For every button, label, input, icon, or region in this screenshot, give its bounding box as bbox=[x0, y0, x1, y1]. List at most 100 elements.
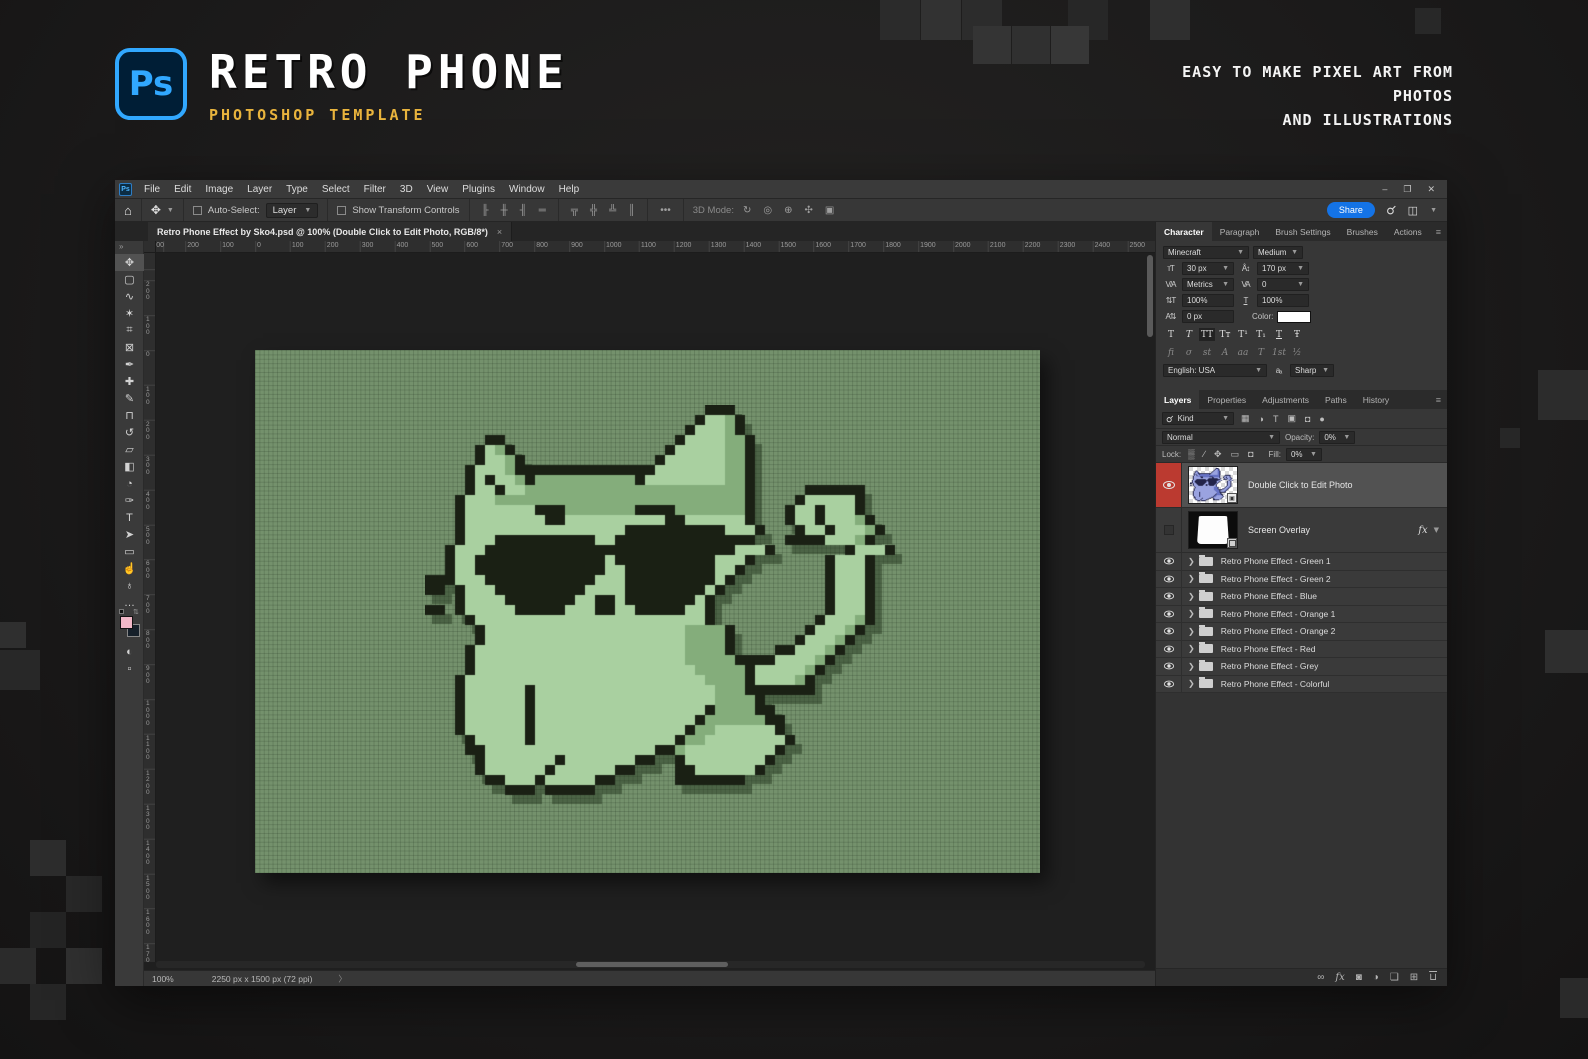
lock-all-icon[interactable]: ◘ bbox=[1246, 449, 1255, 459]
blend-mode-select[interactable]: Normal▼ bbox=[1162, 431, 1280, 444]
layer-group-row[interactable]: ❯ Retro Phone Effect - Red bbox=[1156, 641, 1447, 659]
more-options-button[interactable]: ••• bbox=[648, 199, 684, 221]
screen-mode-button[interactable]: ▫ bbox=[115, 660, 144, 677]
document-canvas[interactable] bbox=[255, 350, 1040, 873]
layer-group-row[interactable]: ❯ Retro Phone Effect - Green 2 bbox=[1156, 571, 1447, 589]
layer-group-row[interactable]: ❯Retro Phone Effect - Orange 2 bbox=[1156, 623, 1447, 641]
group-name[interactable]: Retro Phone Effect - Grey bbox=[1221, 661, 1319, 671]
type-style-button[interactable]: T¹ bbox=[1235, 328, 1251, 341]
link-icon[interactable]: ∞ bbox=[1317, 972, 1324, 983]
opentype-button[interactable]: fi bbox=[1163, 346, 1179, 359]
distribute-bottom-icon[interactable]: ║ bbox=[625, 205, 638, 216]
healing-tool[interactable]: ✚ bbox=[115, 373, 144, 390]
tab-adjustments[interactable]: Adjustments bbox=[1254, 390, 1317, 409]
baseline-shift-field[interactable]: 0 px bbox=[1182, 310, 1234, 323]
tab-actions[interactable]: Actions bbox=[1386, 222, 1430, 241]
panel-menu-icon[interactable]: ≡ bbox=[1436, 222, 1447, 241]
layer-group-row[interactable]: ❯Retro Phone Effect - Colorful bbox=[1156, 676, 1447, 694]
zoom-tool[interactable]: ♁ bbox=[115, 577, 144, 594]
visibility-toggle[interactable] bbox=[1156, 676, 1182, 693]
expand-chevron-icon[interactable]: ❯ bbox=[1188, 662, 1195, 671]
opentype-button[interactable]: A bbox=[1217, 346, 1233, 359]
font-size-field[interactable]: 30 px▼ bbox=[1182, 262, 1234, 275]
auto-select-checkbox[interactable] bbox=[193, 206, 202, 215]
mask-icon[interactable]: ◙ bbox=[1356, 972, 1362, 983]
foreground-color-swatch[interactable] bbox=[120, 616, 133, 629]
filter-adjustment-icon[interactable]: ◑ bbox=[1257, 414, 1266, 424]
font-style-select[interactable]: Medium▼ bbox=[1253, 246, 1303, 259]
default-colors-icon[interactable] bbox=[119, 609, 124, 614]
menu-item-type[interactable]: Type bbox=[279, 184, 315, 195]
opentype-button[interactable]: st bbox=[1199, 346, 1215, 359]
ruler-origin-corner[interactable] bbox=[144, 241, 156, 253]
lasso-tool[interactable]: ∿ bbox=[115, 288, 144, 305]
type-style-button[interactable]: Tᴛ bbox=[1217, 328, 1233, 341]
tab-character[interactable]: Character bbox=[1156, 222, 1212, 241]
layer-row-screen-overlay[interactable]: Screen Overlay fx▼ bbox=[1156, 508, 1447, 553]
adjustment-icon[interactable]: ◑ bbox=[1373, 972, 1379, 983]
layer-thumbnail[interactable] bbox=[1188, 511, 1238, 549]
distribute-center-icon[interactable]: ╬ bbox=[587, 205, 600, 216]
filter-shape-icon[interactable]: ▣ bbox=[1285, 413, 1298, 424]
vertical-scale-field[interactable]: 100% bbox=[1182, 294, 1234, 307]
group-name[interactable]: Retro Phone Effect - Green 2 bbox=[1221, 574, 1331, 584]
opacity-field[interactable]: 0%▼ bbox=[1319, 431, 1355, 444]
visibility-toggle[interactable] bbox=[1156, 641, 1182, 658]
opentype-button[interactable]: ½ bbox=[1289, 346, 1305, 359]
quick-mask-button[interactable]: ◐ bbox=[115, 643, 144, 660]
group-name[interactable]: Retro Phone Effect - Orange 2 bbox=[1221, 626, 1336, 636]
align-center-icon[interactable]: ╫ bbox=[498, 205, 511, 216]
chevron-down-icon[interactable]: ▼ bbox=[1434, 526, 1439, 534]
document-tab[interactable]: Retro Phone Effect by Sko4.psd @ 100% (D… bbox=[148, 222, 512, 241]
anti-alias-select[interactable]: Sharp▼ bbox=[1290, 364, 1334, 377]
opentype-button[interactable]: 1st bbox=[1271, 346, 1287, 359]
menu-item-select[interactable]: Select bbox=[315, 184, 357, 195]
opentype-button[interactable]: aa bbox=[1235, 346, 1251, 359]
group-icon[interactable]: ❏ bbox=[1390, 972, 1399, 983]
group-name[interactable]: Retro Phone Effect - Red bbox=[1221, 644, 1316, 654]
expand-chevron-icon[interactable]: ❯ bbox=[1188, 592, 1195, 601]
visibility-toggle[interactable] bbox=[1156, 623, 1182, 640]
menu-item-filter[interactable]: Filter bbox=[357, 184, 393, 195]
tab-layers[interactable]: Layers bbox=[1156, 390, 1199, 409]
horizontal-scale-field[interactable]: 100% bbox=[1257, 294, 1309, 307]
layer-group-row[interactable]: ❯Retro Phone Effect - Orange 1 bbox=[1156, 606, 1447, 624]
tab-paragraph[interactable]: Paragraph bbox=[1212, 222, 1268, 241]
font-family-select[interactable]: Minecraft▼ bbox=[1163, 246, 1249, 259]
minimize-icon[interactable]: – bbox=[1382, 184, 1387, 195]
expand-chevron-icon[interactable]: ❯ bbox=[1188, 574, 1195, 583]
tab-properties[interactable]: Properties bbox=[1199, 390, 1254, 409]
hand-tool[interactable]: ☝ bbox=[115, 560, 144, 577]
layer-effects-fx[interactable]: fx bbox=[1418, 525, 1427, 536]
roll-icon[interactable]: ◎ bbox=[760, 205, 775, 216]
lock-position-icon[interactable]: ✥ bbox=[1212, 449, 1224, 460]
expand-chevron-icon[interactable]: ❯ bbox=[1188, 679, 1195, 688]
tool-preset[interactable]: ✥ ▼ bbox=[142, 199, 184, 221]
close-icon[interactable]: ✕ bbox=[1427, 184, 1435, 195]
menu-item-3d[interactable]: 3D bbox=[393, 184, 420, 195]
status-chevron-icon[interactable]: 〉 bbox=[338, 973, 347, 985]
layer-name[interactable]: Double Click to Edit Photo bbox=[1248, 480, 1353, 490]
expand-chevron-icon[interactable]: ❯ bbox=[1188, 644, 1195, 653]
visibility-toggle[interactable] bbox=[1156, 508, 1182, 552]
path-select-tool[interactable]: ➤ bbox=[115, 526, 144, 543]
expand-chevron-icon[interactable]: ❯ bbox=[1188, 557, 1195, 566]
lock-artboard-icon[interactable]: ▭ bbox=[1229, 449, 1242, 460]
show-transform-checkbox[interactable] bbox=[337, 206, 346, 215]
filter-smart-icon[interactable]: ● bbox=[1317, 414, 1326, 424]
share-button[interactable]: Share bbox=[1327, 202, 1375, 218]
expand-chevron-icon[interactable]: ❯ bbox=[1188, 609, 1195, 618]
type-tool[interactable]: T bbox=[115, 509, 144, 526]
filter-kind-select[interactable]: ⚲ Kind▼ bbox=[1162, 412, 1234, 425]
eraser-tool[interactable]: ▱ bbox=[115, 441, 144, 458]
type-style-button[interactable]: TT bbox=[1199, 328, 1215, 341]
menu-item-layer[interactable]: Layer bbox=[240, 184, 279, 195]
distribute-left-icon[interactable]: ╦ bbox=[568, 205, 581, 216]
opentype-button[interactable]: T bbox=[1253, 346, 1269, 359]
filter-image-icon[interactable]: ▦ bbox=[1239, 413, 1252, 424]
quick-select-tool[interactable]: ✶ bbox=[115, 305, 144, 322]
align-right-icon[interactable]: ╢ bbox=[517, 205, 530, 216]
panel-menu-icon[interactable]: ≡ bbox=[1436, 390, 1447, 409]
fill-field[interactable]: 0%▼ bbox=[1286, 448, 1322, 461]
zoom-level[interactable]: 100% bbox=[152, 974, 174, 984]
